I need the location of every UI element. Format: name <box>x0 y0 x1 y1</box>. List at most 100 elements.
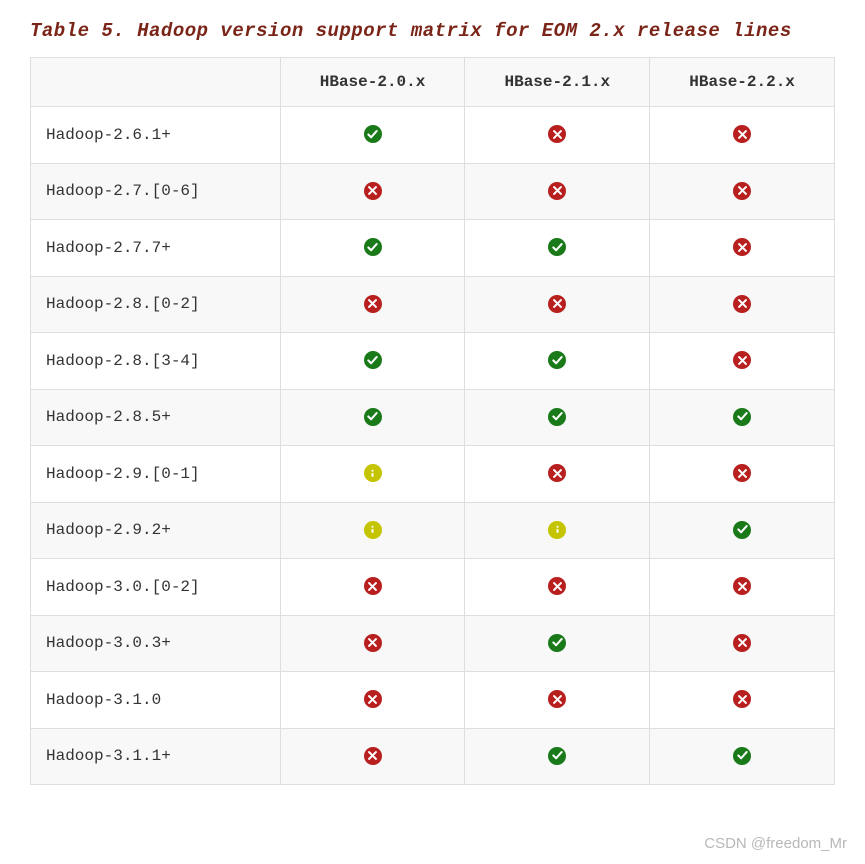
status-cell <box>280 333 465 390</box>
status-cell <box>465 502 650 559</box>
row-label: Hadoop-3.0.3+ <box>31 615 281 672</box>
status-cell <box>465 728 650 785</box>
table-row: Hadoop-3.1.1+ <box>31 728 835 785</box>
row-label: Hadoop-2.8.[0-2] <box>31 276 281 333</box>
x-icon <box>733 464 751 482</box>
row-label: Hadoop-2.7.[0-6] <box>31 163 281 220</box>
table-header-col1: HBase-2.0.x <box>280 58 465 107</box>
x-icon <box>733 690 751 708</box>
table-row: Hadoop-2.8.[0-2] <box>31 276 835 333</box>
status-cell <box>465 333 650 390</box>
status-cell <box>650 333 835 390</box>
status-cell <box>650 163 835 220</box>
table-row: Hadoop-2.8.5+ <box>31 389 835 446</box>
status-cell <box>280 276 465 333</box>
x-icon <box>548 577 566 595</box>
support-matrix-table: HBase-2.0.x HBase-2.1.x HBase-2.2.x Hado… <box>30 57 835 785</box>
status-cell <box>280 220 465 277</box>
table-header-col2: HBase-2.1.x <box>465 58 650 107</box>
status-cell <box>650 615 835 672</box>
status-cell <box>650 728 835 785</box>
row-label: Hadoop-3.0.[0-2] <box>31 559 281 616</box>
status-cell <box>465 446 650 503</box>
table-body: Hadoop-2.6.1+Hadoop-2.7.[0-6]Hadoop-2.7.… <box>31 107 835 785</box>
x-icon <box>548 125 566 143</box>
check-icon <box>548 634 566 652</box>
status-cell <box>650 389 835 446</box>
table-header-col3: HBase-2.2.x <box>650 58 835 107</box>
table-caption: Table 5. Hadoop version support matrix f… <box>30 20 835 42</box>
check-icon <box>364 351 382 369</box>
status-cell <box>280 615 465 672</box>
row-label: Hadoop-2.6.1+ <box>31 107 281 164</box>
table-row: Hadoop-3.0.[0-2] <box>31 559 835 616</box>
table-row: Hadoop-2.9.2+ <box>31 502 835 559</box>
table-row: Hadoop-2.6.1+ <box>31 107 835 164</box>
x-icon <box>733 125 751 143</box>
x-icon <box>733 238 751 256</box>
check-icon <box>733 408 751 426</box>
x-icon <box>364 690 382 708</box>
warn-icon <box>548 521 566 539</box>
check-icon <box>733 521 751 539</box>
x-icon <box>548 690 566 708</box>
table-row: Hadoop-2.9.[0-1] <box>31 446 835 503</box>
x-icon <box>548 182 566 200</box>
row-label: Hadoop-2.7.7+ <box>31 220 281 277</box>
row-label: Hadoop-2.9.2+ <box>31 502 281 559</box>
check-icon <box>548 408 566 426</box>
check-icon <box>548 238 566 256</box>
warn-icon <box>364 464 382 482</box>
check-icon <box>364 238 382 256</box>
status-cell <box>650 446 835 503</box>
x-icon <box>364 634 382 652</box>
table-row: Hadoop-2.8.[3-4] <box>31 333 835 390</box>
table-header-row: HBase-2.0.x HBase-2.1.x HBase-2.2.x <box>31 58 835 107</box>
x-icon <box>733 351 751 369</box>
status-cell <box>280 107 465 164</box>
status-cell <box>280 559 465 616</box>
check-icon <box>548 747 566 765</box>
x-icon <box>548 464 566 482</box>
row-label: Hadoop-2.8.[3-4] <box>31 333 281 390</box>
x-icon <box>733 577 751 595</box>
status-cell <box>465 389 650 446</box>
table-row: Hadoop-3.1.0 <box>31 672 835 729</box>
check-icon <box>548 351 566 369</box>
row-label: Hadoop-2.8.5+ <box>31 389 281 446</box>
check-icon <box>364 125 382 143</box>
status-cell <box>280 163 465 220</box>
row-label: Hadoop-3.1.0 <box>31 672 281 729</box>
check-icon <box>733 747 751 765</box>
status-cell <box>280 389 465 446</box>
watermark: CSDN @freedom_Mr <box>704 835 847 852</box>
x-icon <box>733 295 751 313</box>
status-cell <box>465 107 650 164</box>
table-row: Hadoop-2.7.7+ <box>31 220 835 277</box>
status-cell <box>465 615 650 672</box>
x-icon <box>364 577 382 595</box>
status-cell <box>650 559 835 616</box>
x-icon <box>364 747 382 765</box>
status-cell <box>650 672 835 729</box>
warn-icon <box>364 521 382 539</box>
status-cell <box>465 672 650 729</box>
x-icon <box>364 295 382 313</box>
status-cell <box>280 728 465 785</box>
x-icon <box>733 634 751 652</box>
status-cell <box>465 220 650 277</box>
status-cell <box>280 446 465 503</box>
x-icon <box>733 182 751 200</box>
x-icon <box>548 295 566 313</box>
status-cell <box>650 502 835 559</box>
status-cell <box>465 163 650 220</box>
status-cell <box>650 276 835 333</box>
status-cell <box>650 220 835 277</box>
status-cell <box>280 672 465 729</box>
status-cell <box>465 559 650 616</box>
table-header-empty <box>31 58 281 107</box>
x-icon <box>364 182 382 200</box>
row-label: Hadoop-3.1.1+ <box>31 728 281 785</box>
row-label: Hadoop-2.9.[0-1] <box>31 446 281 503</box>
table-row: Hadoop-2.7.[0-6] <box>31 163 835 220</box>
